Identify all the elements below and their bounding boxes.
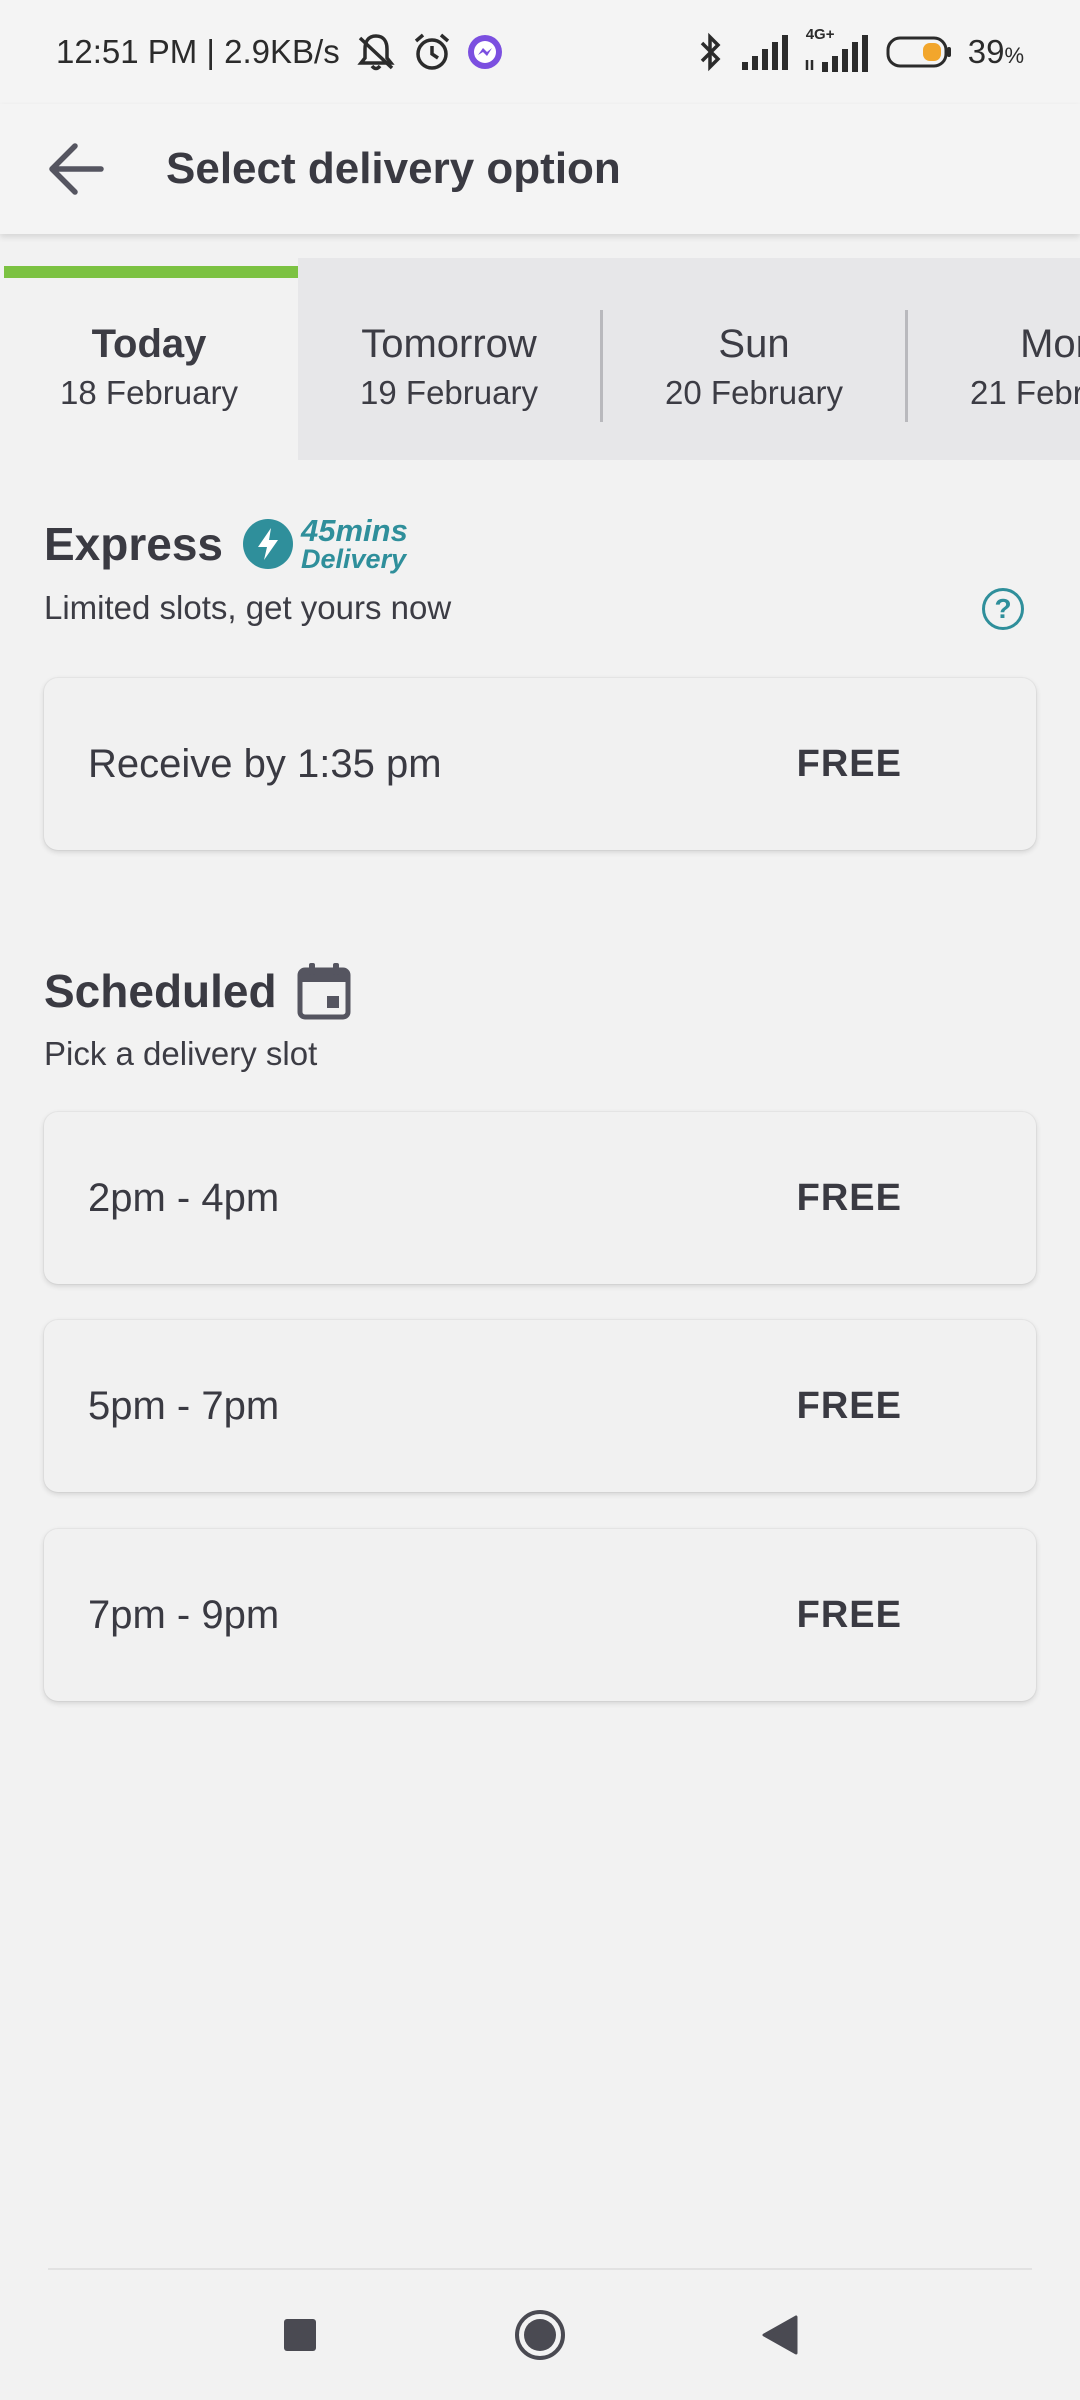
- slot-label: 7pm - 9pm: [88, 1592, 280, 1637]
- status-left: 12:51 PM | 2.9KB/s: [56, 32, 504, 72]
- tab-date-label: 21 February: [970, 374, 1080, 411]
- tab-tomorrow[interactable]: Tomorrow 19 February: [298, 258, 600, 460]
- slot-price: FREE: [796, 1384, 902, 1427]
- home-button[interactable]: [505, 2300, 575, 2370]
- back-triangle-icon: [762, 2315, 798, 2355]
- scheduled-slot-card[interactable]: 7pm - 9pm FREE: [44, 1529, 1036, 1701]
- express-badge-text: 45mins Delivery: [301, 515, 408, 573]
- status-bar: 12:51 PM | 2.9KB/s 4G+ 39%: [0, 0, 1080, 104]
- slot-label: 5pm - 7pm: [88, 1383, 280, 1428]
- recents-button[interactable]: [265, 2300, 335, 2370]
- app-bar: Select delivery option: [0, 104, 1080, 234]
- badge-mins: 45mins: [301, 513, 408, 548]
- tab-mon[interactable]: Mon 21 February: [908, 258, 1080, 460]
- express-subtitle: Limited slots, get yours now: [44, 589, 452, 626]
- tab-sun[interactable]: Sun 20 February: [603, 258, 905, 460]
- slot-label: Receive by 1:35 pm: [88, 741, 442, 786]
- signal-4g-icon: 4G+: [804, 26, 870, 72]
- tab-today[interactable]: Today 18 February: [0, 258, 298, 460]
- battery-unit: %: [1004, 43, 1024, 68]
- badge-delivery: Delivery: [301, 544, 407, 574]
- tab-day-label: Sun: [718, 322, 790, 366]
- tab-date-label: 19 February: [360, 374, 538, 411]
- battery-level: 39%: [967, 33, 1024, 70]
- alarm-icon: [414, 33, 449, 70]
- slot-price: FREE: [796, 742, 902, 785]
- arrow-left-icon: [49, 143, 104, 195]
- tab-day-label: Mon: [1020, 322, 1080, 366]
- calendar-icon: [297, 963, 351, 1020]
- express-header: Express 45mins Delivery: [44, 515, 408, 573]
- express-slot-card[interactable]: Receive by 1:35 pm FREE: [44, 678, 1036, 850]
- bluetooth-icon: [700, 32, 721, 72]
- date-tabs: Today 18 February Tomorrow 19 February S…: [0, 258, 1080, 460]
- back-nav-button[interactable]: [745, 2300, 815, 2370]
- scheduled-subtitle: Pick a delivery slot: [44, 1035, 318, 1072]
- mute-icon: [357, 34, 395, 71]
- scheduled-title: Scheduled: [44, 965, 277, 1017]
- tab-date-label: 18 February: [60, 374, 238, 411]
- scheduled-slot-card[interactable]: 5pm - 7pm FREE: [44, 1320, 1036, 1492]
- scheduled-header: Scheduled: [44, 962, 351, 1020]
- help-icon[interactable]: ?: [982, 588, 1024, 630]
- slot-price: FREE: [796, 1176, 902, 1219]
- slot-price: FREE: [796, 1593, 902, 1636]
- home-circle-icon: [515, 2310, 565, 2360]
- express-badge: 45mins Delivery: [243, 515, 408, 573]
- tab-day-label: Today: [91, 322, 207, 366]
- tab-date-label: 20 February: [665, 374, 843, 411]
- status-right: 4G+ 39%: [698, 26, 1024, 72]
- battery-icon: [886, 36, 951, 68]
- scheduled-slot-card[interactable]: 2pm - 4pm FREE: [44, 1112, 1036, 1284]
- messenger-icon: [467, 35, 502, 69]
- bolt-icon: [243, 519, 294, 569]
- signal-icon: [741, 35, 788, 70]
- system-nav-bar: [0, 2270, 1080, 2400]
- tab-day-label: Tomorrow: [361, 322, 537, 366]
- back-button[interactable]: [26, 119, 126, 219]
- status-time-speed: 12:51 PM | 2.9KB/s: [56, 33, 340, 70]
- recents-square-icon: [284, 2319, 316, 2351]
- express-title: Express: [44, 518, 224, 570]
- slot-label: 2pm - 4pm: [88, 1175, 280, 1220]
- page-title: Select delivery option: [166, 144, 621, 193]
